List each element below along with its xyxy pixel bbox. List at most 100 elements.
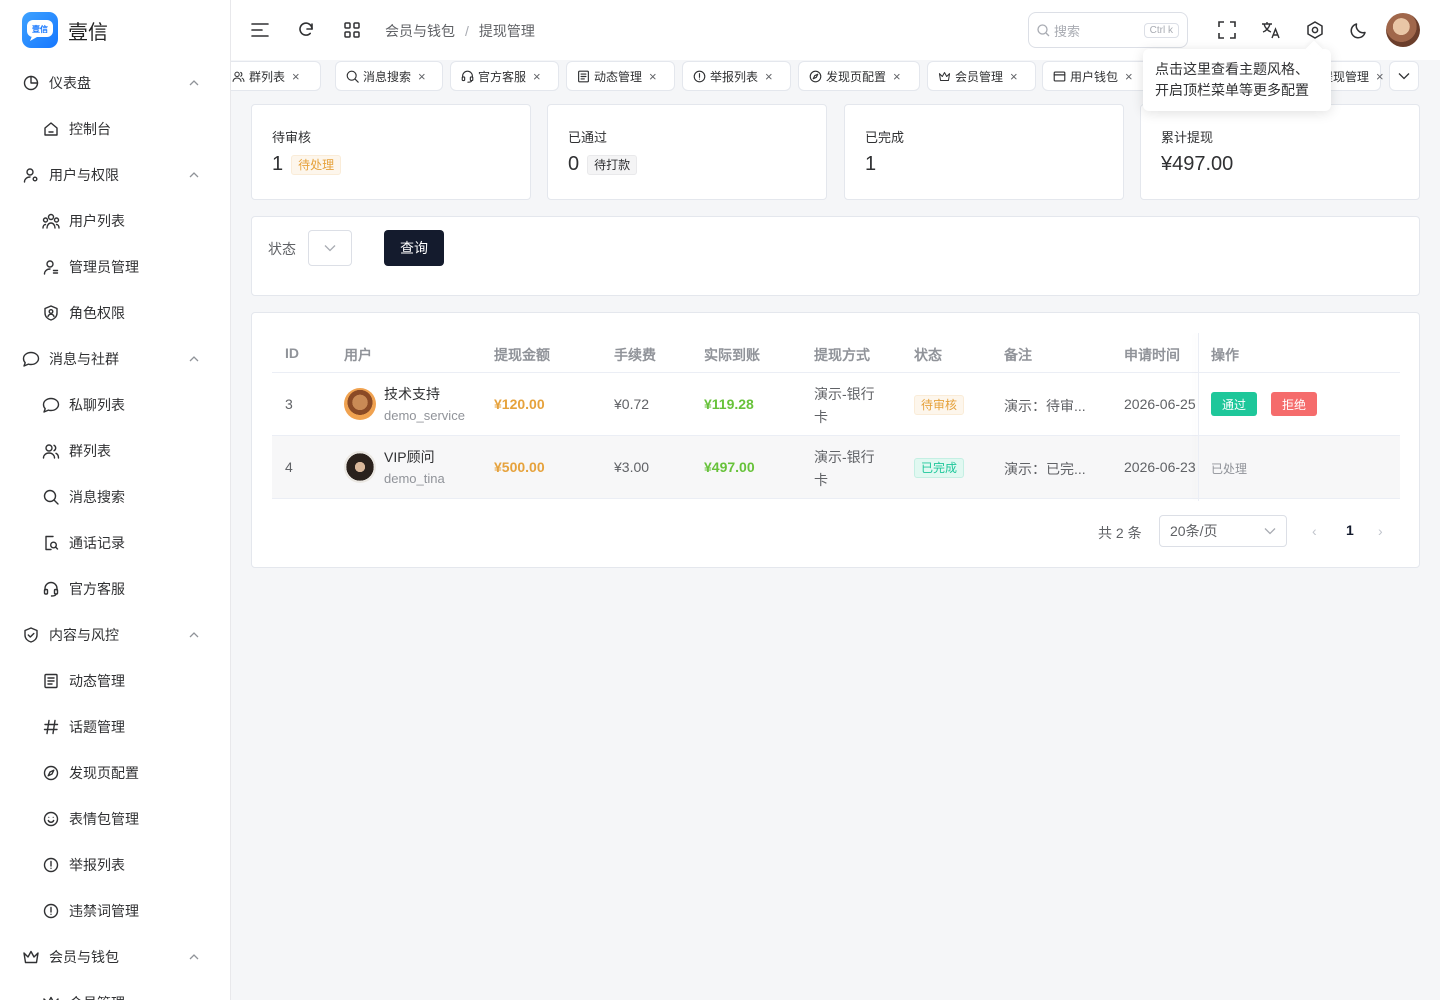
tab[interactable]: 群列表 × <box>231 61 321 91</box>
table-row: 4 VIP顾问 demo_tina ¥500.00 ¥3.00 ¥497.00 … <box>272 436 1400 499</box>
sidebar-item[interactable]: 话题管理 <box>0 704 230 750</box>
svg-text:壹信: 壹信 <box>32 24 48 34</box>
sidebar-item[interactable]: 管理员管理 <box>0 244 230 290</box>
next-page-icon[interactable]: › <box>1378 523 1383 539</box>
sidebar-item[interactable]: 角色权限 <box>0 290 230 336</box>
approve-button[interactable]: 通过 <box>1211 392 1258 416</box>
reject-button[interactable]: 拒绝 <box>1271 392 1318 416</box>
sidebar-item[interactable]: 控制台 <box>0 106 230 152</box>
settings-hexagon-icon[interactable] <box>1305 20 1325 40</box>
grid-icon[interactable] <box>342 20 362 40</box>
menu-toggle-icon[interactable] <box>250 20 270 40</box>
sidebar-group[interactable]: 消息与社群 <box>0 336 230 382</box>
sidebar-group[interactable]: 仪表盘 <box>0 60 230 106</box>
stat-card: 待审核 1 待处理 <box>251 104 531 200</box>
chevron-up-icon <box>188 353 200 365</box>
sidebar-item-label: 消息搜索 <box>69 489 125 505</box>
tabs-more-button[interactable] <box>1389 61 1419 91</box>
refresh-icon[interactable] <box>296 20 316 40</box>
sidebar-item[interactable]: 消息搜索 <box>0 474 230 520</box>
sidebar-item[interactable]: 违禁词管理 <box>0 888 230 934</box>
users-icon <box>42 212 60 230</box>
tab[interactable]: 发现页配置 × <box>798 61 920 91</box>
fullscreen-icon[interactable] <box>1217 20 1237 40</box>
sidebar-group[interactable]: 内容与风控 <box>0 612 230 658</box>
sidebar-item-label: 私聊列表 <box>69 397 125 413</box>
cell-id: 4 <box>285 459 293 475</box>
stat-value: 1 <box>865 153 877 175</box>
stat-tag: 待处理 <box>291 154 342 175</box>
sidebar-item[interactable]: 发现页配置 <box>0 750 230 796</box>
dark-mode-icon[interactable] <box>1349 20 1369 40</box>
close-icon[interactable]: × <box>893 69 901 84</box>
cell-status: 已完成 <box>914 458 965 478</box>
close-icon[interactable]: × <box>1125 69 1133 84</box>
cell-fee: ¥3.00 <box>614 459 650 475</box>
tab[interactable]: 官方客服 × <box>450 61 559 91</box>
call-record-icon <box>42 534 60 552</box>
sidebar-menu: 仪表盘 控制台 用户与权限 用户列表 管理员管理 角色权限 消息与社群 私聊列表… <box>0 60 230 1000</box>
alert-circle-icon <box>692 69 706 83</box>
close-icon[interactable]: × <box>292 69 300 84</box>
prev-page-icon[interactable]: ‹ <box>1312 523 1317 539</box>
translate-icon[interactable] <box>1261 20 1281 40</box>
close-icon[interactable]: × <box>765 69 773 84</box>
sidebar-item[interactable]: 通话记录 <box>0 520 230 566</box>
app-logo[interactable]: 壹信 壹信 <box>0 0 230 60</box>
compass-icon <box>42 764 60 782</box>
sidebar-group[interactable]: 会员与钱包 <box>0 934 230 980</box>
tab[interactable]: 消息搜索 × <box>335 61 443 91</box>
query-button[interactable]: 查询 <box>384 230 444 266</box>
chevron-down-icon <box>324 244 336 252</box>
headset-icon <box>460 69 474 83</box>
cell-status: 待审核 <box>914 395 965 415</box>
close-icon[interactable]: × <box>1010 69 1018 84</box>
cell-username: demo_tina <box>384 471 445 486</box>
status-select[interactable] <box>308 230 352 266</box>
filter-card: 状态 查询 <box>251 216 1420 296</box>
tab[interactable]: 会员管理 × <box>927 61 1036 91</box>
home-icon <box>42 120 60 138</box>
sidebar-item-label: 发现页配置 <box>69 765 139 781</box>
stat-value: 1 <box>272 153 284 175</box>
sidebar-item[interactable]: 群列表 <box>0 428 230 474</box>
sidebar-item[interactable]: 动态管理 <box>0 658 230 704</box>
sidebar-item[interactable]: 用户列表 <box>0 198 230 244</box>
stat-label: 已通过 <box>568 130 608 145</box>
user-avatar[interactable] <box>1386 13 1420 47</box>
sidebar-group[interactable]: 用户与权限 <box>0 152 230 198</box>
group-icon <box>42 442 60 460</box>
wallet-icon <box>1052 69 1066 83</box>
tab[interactable]: 用户钱包 × <box>1042 61 1152 91</box>
column-header: 手续费 <box>614 347 656 363</box>
cell-user-name: VIP顾问 <box>384 449 435 465</box>
close-icon[interactable]: × <box>649 69 657 84</box>
sidebar-item-label: 会员管理 <box>69 993 125 1000</box>
sidebar-item[interactable]: 表情包管理 <box>0 796 230 842</box>
tab[interactable]: 举报列表 × <box>682 61 791 91</box>
sidebar-group-label: 内容与风控 <box>49 627 119 643</box>
current-page[interactable]: 1 <box>1346 522 1354 538</box>
cell-method-line-2: 卡 <box>814 472 828 488</box>
sidebar-item[interactable]: 会员管理 <box>0 980 230 1000</box>
sidebar-item-label: 话题管理 <box>69 719 125 735</box>
sidebar-item[interactable]: 私聊列表 <box>0 382 230 428</box>
close-icon[interactable]: × <box>1376 69 1384 84</box>
processed-text: 已处理 <box>1211 462 1248 476</box>
column-header: 用户 <box>344 347 372 363</box>
page-size-select[interactable]: 20条/页 <box>1159 515 1287 547</box>
search-placeholder: 搜索 <box>1054 23 1081 39</box>
alert-circle-icon <box>42 902 60 920</box>
sidebar-item[interactable]: 举报列表 <box>0 842 230 888</box>
breadcrumb-parent[interactable]: 会员与钱包 <box>385 21 455 41</box>
tab-label: 官方客服 <box>478 69 527 84</box>
sidebar-item[interactable]: 官方客服 <box>0 566 230 612</box>
tab[interactable]: 动态管理 × <box>566 61 675 91</box>
cell-method-line-1: 演示-银行 <box>814 386 875 402</box>
global-search[interactable]: 搜索 Ctrl k <box>1028 12 1188 48</box>
cell-method-line-2: 卡 <box>814 409 828 425</box>
status-badge: 待审核 <box>914 395 965 415</box>
stat-value-row: 1 <box>865 153 876 176</box>
close-icon[interactable]: × <box>418 69 426 84</box>
close-icon[interactable]: × <box>533 69 541 84</box>
